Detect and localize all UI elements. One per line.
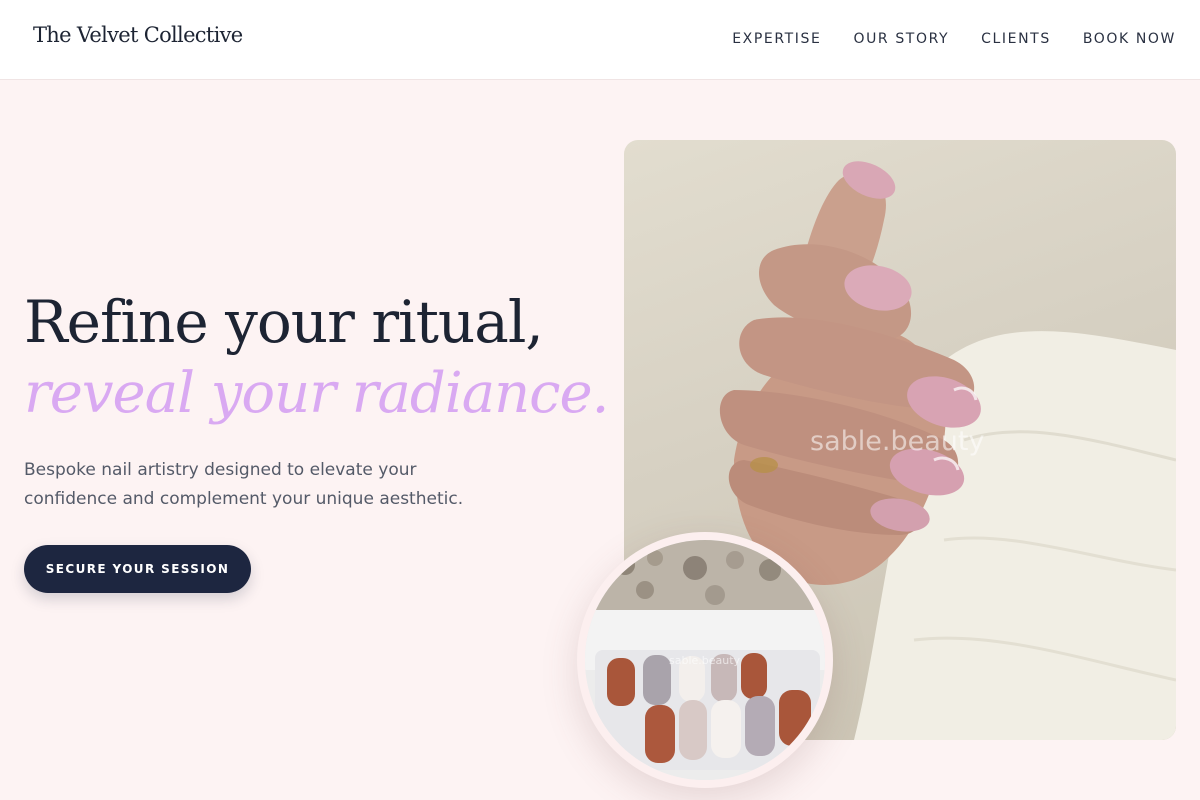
secure-session-button[interactable]: SECURE YOUR SESSION <box>24 545 251 593</box>
nav-link-book-now[interactable]: BOOK NOW <box>1083 31 1176 47</box>
brand-logo[interactable]: The Velvet Collective <box>33 23 243 47</box>
hero-section: Refine your ritual, reveal your radiance… <box>0 80 1200 800</box>
hero-headline: Refine your ritual, <box>24 288 544 356</box>
inset-photo-watermark: sable.beauty <box>669 654 741 667</box>
hero-subtext: Bespoke nail artistry designed to elevat… <box>24 460 464 509</box>
main-photo-watermark: sable.beauty <box>810 426 985 457</box>
nav-link-expertise[interactable]: EXPERTISE <box>732 31 821 47</box>
nail-swatches-inset-photo: sable.beauty <box>577 532 833 788</box>
hero-headline-accent: reveal your radiance. <box>24 361 609 426</box>
top-navbar: The Velvet Collective EXPERTISE OUR STOR… <box>0 0 1200 80</box>
main-nav: EXPERTISE OUR STORY CLIENTS BOOK NOW <box>700 31 1176 47</box>
nav-link-our-story[interactable]: OUR STORY <box>853 31 949 47</box>
nav-link-clients[interactable]: CLIENTS <box>981 31 1051 47</box>
